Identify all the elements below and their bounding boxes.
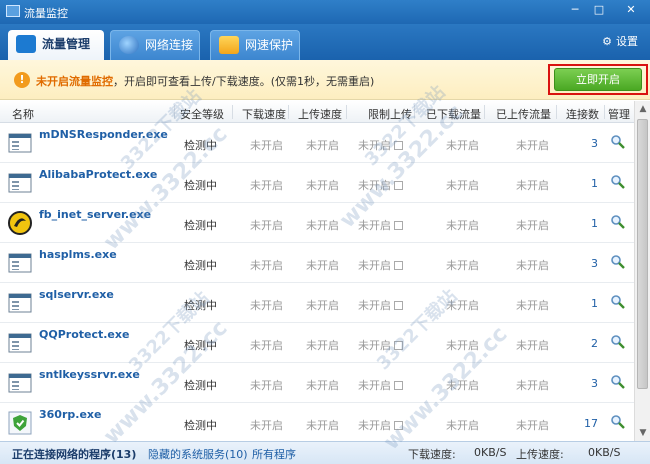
col-upload-speed[interactable]: 上传速度 (298, 106, 342, 122)
tab-network-connections[interactable]: 网络连接 (110, 30, 200, 60)
connection-count[interactable]: 3 (0, 257, 598, 270)
tab-label: 流量管理 (42, 37, 91, 51)
process-list: mDNSResponder.exe 检测中 未开启 未开启 未开启 未开启 未开启 3 Alib… (0, 123, 634, 441)
col-name[interactable]: 名称 (12, 106, 34, 122)
settings-label: 设置 (616, 35, 638, 48)
scroll-thumb[interactable] (637, 119, 648, 389)
close-button[interactable]: ✕ (622, 3, 640, 19)
table-row[interactable]: 360rp.exe 检测中 未开启 未开启 未开启 未开启 未开启 17 (0, 403, 634, 441)
col-manage: 管理 (608, 108, 630, 121)
maximize-button[interactable]: □ (590, 3, 608, 19)
magnifier-icon[interactable] (610, 334, 626, 350)
globe-icon (119, 36, 139, 54)
magnifier-icon[interactable] (610, 414, 626, 430)
connection-count[interactable]: 1 (0, 177, 598, 190)
notice-strong: 未开启流量监控 (36, 75, 113, 88)
col-uploaded[interactable]: 已上传流量 (496, 106, 551, 122)
filter-active-programs[interactable]: 正在连接网络的程序(13) (12, 446, 136, 462)
warning-icon: ! (14, 72, 30, 88)
connection-count[interactable]: 3 (0, 377, 598, 390)
table-header: 名称 安全等级 下载速度 上传速度 限制上传 已下载流量 已上传流量 连接数 管… (0, 101, 634, 123)
status-bar: 正在连接网络的程序(13) 隐藏的系统服务(10) 所有程序 下载速度: 0KB… (0, 441, 650, 464)
tab-label: 网速保护 (245, 38, 294, 52)
window-title: 流量监控 (24, 7, 68, 20)
col-download-speed[interactable]: 下载速度 (242, 106, 286, 122)
magnifier-icon[interactable] (610, 374, 626, 390)
notice-text: ，开启即可查看上传/下载速度。(仅需1秒，无需重启) (113, 75, 375, 88)
traffic-icon (16, 35, 36, 53)
connection-count[interactable]: 3 (0, 137, 598, 150)
filter-all-programs[interactable]: 所有程序 (252, 446, 296, 462)
tab-bar: 流量管理 网络连接 网速保护 ⚙ 设置 (0, 24, 650, 60)
magnifier-icon[interactable] (610, 254, 626, 270)
magnifier-icon[interactable] (610, 294, 626, 310)
connection-count[interactable]: 2 (0, 337, 598, 350)
download-speed-value: 0KB/S (474, 446, 507, 459)
vertical-scrollbar[interactable]: ▲ ▼ (634, 101, 650, 441)
table-row[interactable]: sntlkeyssrvr.exe 检测中 未开启 未开启 未开启 未开启 未开启 3 (0, 363, 634, 403)
shield-icon (219, 36, 239, 54)
col-connections[interactable]: 连接数 (566, 106, 599, 122)
table-row[interactable]: hasplms.exe 检测中 未开启 未开启 未开启 未开启 未开启 3 (0, 243, 634, 283)
magnifier-icon[interactable] (610, 214, 626, 230)
upload-speed-value: 0KB/S (588, 446, 621, 459)
upload-speed-label: 上传速度: (516, 448, 564, 461)
table-row[interactable]: mDNSResponder.exe 检测中 未开启 未开启 未开启 未开启 未开启 3 (0, 123, 634, 163)
connection-count[interactable]: 1 (0, 217, 598, 230)
scroll-down-arrow[interactable]: ▼ (636, 426, 650, 440)
gear-icon: ⚙ (602, 35, 612, 48)
table-row[interactable]: fb_inet_server.exe 检测中 未开启 未开启 未开启 未开启 未开启 1 (0, 203, 634, 243)
tab-speed-protection[interactable]: 网速保护 (210, 30, 300, 60)
scroll-up-arrow[interactable]: ▲ (636, 102, 650, 116)
table-row[interactable]: AlibabaProtect.exe 检测中 未开启 未开启 未开启 未开启 未开启 1 (0, 163, 634, 203)
tab-label: 网络连接 (145, 38, 194, 52)
download-speed-label: 下载速度: (408, 448, 456, 461)
col-security[interactable]: 安全等级 (180, 106, 224, 122)
tab-traffic-management[interactable]: 流量管理 (8, 30, 104, 60)
col-downloaded[interactable]: 已下载流量 (426, 106, 481, 122)
table-row[interactable]: QQProtect.exe 检测中 未开启 未开启 未开启 未开启 未开启 2 (0, 323, 634, 363)
col-limit-upload[interactable]: 限制上传 (368, 106, 412, 122)
app-icon (6, 5, 20, 17)
settings-button[interactable]: ⚙ 设置 (602, 33, 638, 49)
connection-count[interactable]: 1 (0, 297, 598, 310)
minimize-button[interactable]: ─ (566, 3, 584, 19)
magnifier-icon[interactable] (610, 134, 626, 150)
title-bar: 流量监控 ─ □ ✕ (0, 0, 650, 24)
table-row[interactable]: sqlservr.exe 检测中 未开启 未开启 未开启 未开启 未开启 1 (0, 283, 634, 323)
enable-now-button[interactable]: 立即开启 (554, 68, 642, 91)
connection-count[interactable]: 17 (0, 417, 598, 430)
notice-message: 未开启流量监控，开启即可查看上传/下载速度。(仅需1秒，无需重启) (36, 73, 374, 89)
magnifier-icon[interactable] (610, 174, 626, 190)
filter-hidden-services[interactable]: 隐藏的系统服务(10) (148, 446, 248, 462)
